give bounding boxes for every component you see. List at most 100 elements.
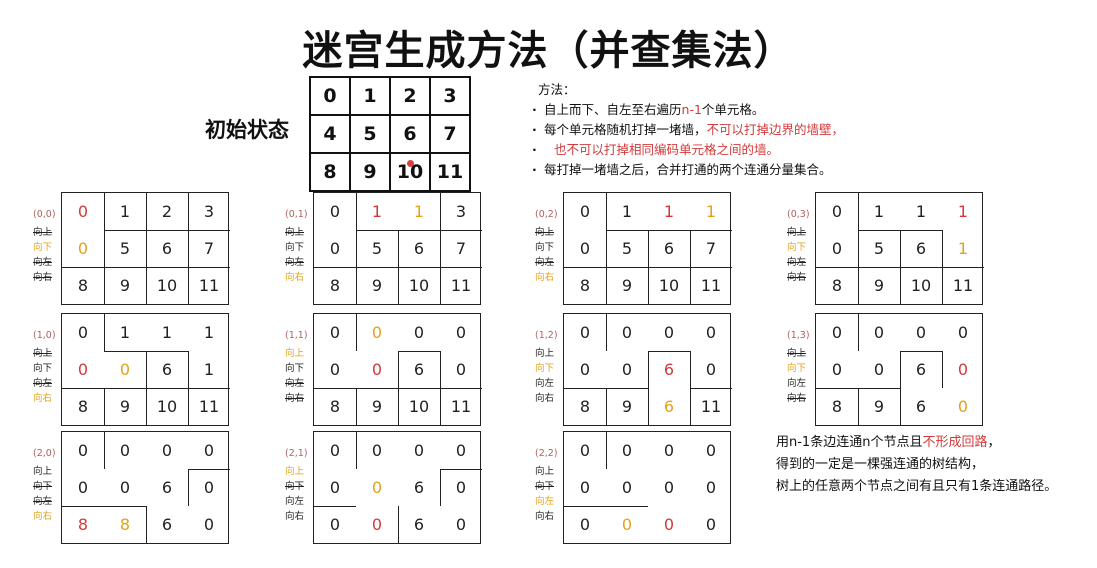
maze-cell: 0 — [329, 515, 341, 534]
maze-cell: 9 — [621, 276, 633, 295]
direction-option: 向下 — [285, 481, 305, 492]
direction-option: 向右 — [285, 393, 305, 404]
maze-cell: 1 — [413, 202, 425, 221]
maze-cell: 9 — [119, 397, 131, 416]
maze-cell: 0 — [371, 515, 383, 534]
maze-cell: 0 — [579, 323, 591, 342]
direction-list: 向上 向下 向左 向右 — [33, 225, 52, 285]
maze-cell: 0 — [329, 478, 341, 497]
direction-option: 向下 — [33, 481, 53, 492]
initial-cell: 1 — [349, 76, 391, 116]
maze-wall — [648, 388, 650, 425]
maze-cell: 2 — [161, 202, 173, 221]
maze-cell: 0 — [413, 323, 425, 342]
maze-wall — [188, 388, 190, 425]
maze-cell: 0 — [873, 323, 885, 342]
maze-cell: 5 — [371, 239, 383, 258]
direction-option: 向上 — [33, 227, 53, 238]
maze-cell: 10 — [408, 397, 430, 416]
maze-cell: 0 — [455, 441, 467, 460]
direction-option: 向右 — [285, 272, 305, 283]
maze-grid: 0 1 1 1 0 5 6 7 8 9 10 11 — [563, 192, 732, 305]
method-bullet-3: 每打掉一堵墙之后，合并打通的两个连通分量集合。 — [532, 160, 844, 180]
maze-wall — [440, 469, 442, 506]
direction-option: 向左 — [535, 378, 555, 389]
maze-cell: 6 — [413, 360, 425, 379]
maze-cell: 0 — [663, 478, 675, 497]
note-line-2: 得到的一定是一棵强连通的树结构， — [776, 457, 985, 472]
maze-cell: 6 — [663, 239, 675, 258]
maze-wall — [858, 267, 860, 304]
maze-cell: 11 — [198, 276, 220, 295]
maze-cell: 0 — [705, 441, 717, 460]
stage-label: (1,3) — [787, 330, 810, 341]
maze-wall — [104, 230, 106, 267]
maze-cell: 0 — [371, 478, 383, 497]
maze-cell: 6 — [161, 360, 173, 379]
direction-list: 向上 向下 向左 向右 — [535, 464, 554, 524]
maze-wall — [188, 351, 190, 388]
direction-option: 向左 — [787, 257, 807, 268]
maze-cell: 0 — [579, 515, 591, 534]
maze-wall — [188, 469, 230, 471]
initial-cell: 9 — [349, 152, 391, 192]
maze-wall — [900, 267, 902, 304]
maze-cell: 1 — [119, 323, 131, 342]
maze-cell: 0 — [455, 360, 467, 379]
maze-wall — [606, 267, 608, 304]
method-description: 方法： 自上而下、自左至右遍历n-1个单元格。 每个单元格随机打掉一堵墙，不可以… — [532, 80, 844, 180]
maze-wall — [146, 267, 148, 304]
maze-cell: 1 — [705, 202, 717, 221]
maze-cell: 7 — [203, 239, 215, 258]
maze-cell: 9 — [371, 397, 383, 416]
maze-cell: 8 — [579, 397, 591, 416]
stage-label: (0,3) — [787, 209, 810, 220]
direction-option: 向左 — [33, 378, 53, 389]
direction-option: 向右 — [787, 393, 807, 404]
direction-option: 向右 — [285, 511, 305, 522]
maze-wall — [440, 351, 442, 388]
maze-cell: 10 — [658, 276, 680, 295]
maze-cell: 0 — [161, 441, 173, 460]
initial-cell: 4 — [309, 114, 351, 154]
maze-cell: 0 — [579, 239, 591, 258]
maze-cell: 0 — [329, 360, 341, 379]
maze-wall — [690, 230, 692, 267]
maze-cell: 0 — [663, 441, 675, 460]
maze-cell: 11 — [952, 276, 974, 295]
direction-option: 向右 — [535, 393, 555, 404]
method-text: 自上而下、自左至右遍历 — [544, 102, 682, 117]
maze-cell: 6 — [915, 397, 927, 416]
maze-wall — [690, 388, 732, 390]
direction-option: 向上 — [285, 466, 305, 477]
maze-cell: 11 — [700, 397, 722, 416]
maze-grid: 0 0 0 0 0 0 6 0 8 9 10 11 — [313, 313, 482, 426]
maze-cell: 1 — [161, 323, 173, 342]
initial-cell: 5 — [349, 114, 391, 154]
maze-wall — [942, 267, 944, 304]
direction-option: 向右 — [535, 511, 555, 522]
maze-cell: 8 — [579, 276, 591, 295]
maze-grid: 0 1 1 3 0 5 6 7 8 9 10 11 — [313, 192, 482, 305]
direction-option: 向右 — [33, 393, 53, 404]
maze-cell: 1 — [203, 323, 215, 342]
maze-cell: 1 — [621, 202, 633, 221]
direction-option: 向左 — [33, 496, 53, 507]
maze-cell: 10 — [156, 276, 178, 295]
stage-label: (1,2) — [535, 330, 558, 341]
method-text: 个单元格。 — [701, 102, 765, 117]
maze-wall — [356, 388, 358, 425]
maze-cell: 6 — [161, 478, 173, 497]
maze-cell: 11 — [700, 276, 722, 295]
maze-cell: 1 — [915, 202, 927, 221]
maze-cell: 0 — [579, 202, 591, 221]
maze-wall — [146, 351, 148, 388]
maze-wall — [398, 230, 400, 267]
initial-cell: 3 — [429, 76, 471, 116]
maze-cell: 0 — [663, 515, 675, 534]
maze-cell: 0 — [455, 478, 467, 497]
maze-wall — [104, 432, 106, 469]
maze-cell: 6 — [161, 239, 173, 258]
stage-label: (2,0) — [33, 448, 56, 459]
direction-option: 向左 — [285, 496, 305, 507]
